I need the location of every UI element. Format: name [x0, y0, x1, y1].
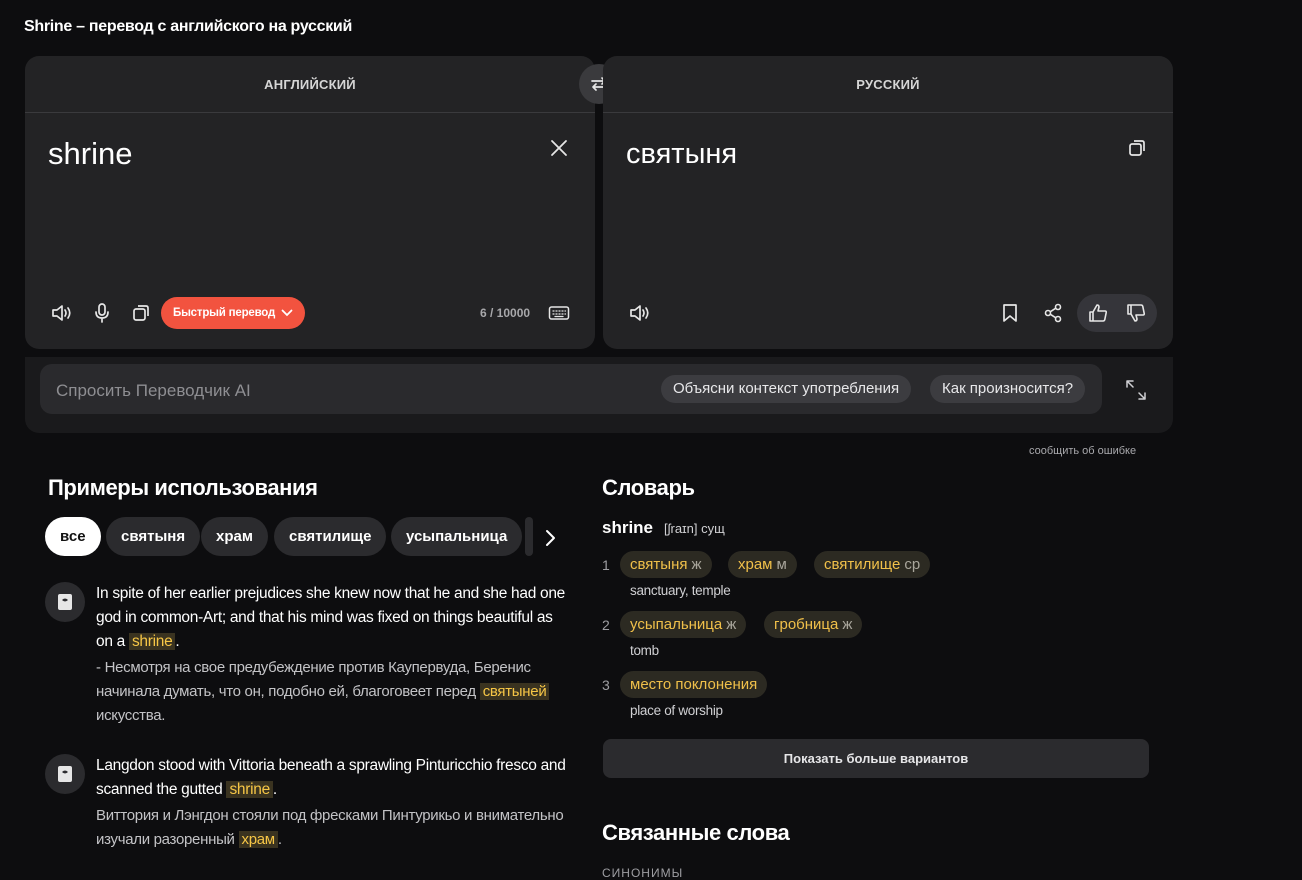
- translation-tag[interactable]: усыпальница ж: [620, 611, 747, 638]
- fast-translation-button[interactable]: Быстрый перевод: [161, 297, 306, 329]
- page-title: Shrine – перевод с английского на русски…: [24, 18, 352, 35]
- microphone-icon[interactable]: [87, 298, 117, 328]
- filter-svyatynya[interactable]: святыня: [106, 517, 201, 556]
- sense-number: 3: [602, 677, 610, 693]
- report-error-link[interactable]: сообщить об ошибке: [1029, 445, 1136, 457]
- example-english: Langdon stood with Vittoria beneath a sp…: [96, 754, 571, 802]
- example-en-highlight: shrine: [128, 633, 176, 650]
- target-panel: РУССКИЙ святыня: [603, 56, 1173, 349]
- filter-usypalnitsa[interactable]: усыпальница: [391, 517, 523, 556]
- translation-tag[interactable]: гробница ж: [764, 611, 863, 638]
- example-en-highlight: shrine: [226, 781, 273, 798]
- bookmark-icon[interactable]: [995, 298, 1025, 328]
- thumbs-up-icon[interactable]: [1083, 298, 1113, 328]
- tag-word: место поклонения: [630, 676, 758, 693]
- translation-tag[interactable]: святыня ж: [620, 551, 712, 578]
- example-item: In spite of her earlier prejudices she k…: [45, 582, 575, 732]
- source-text-input[interactable]: shrine: [48, 136, 132, 172]
- speaker-icon[interactable]: [47, 298, 77, 328]
- source-language-selector[interactable]: АНГЛИЙСКИЙ: [25, 56, 595, 113]
- sense-number: 2: [602, 617, 610, 633]
- example-english: In spite of her earlier prejudices she k…: [96, 582, 571, 654]
- example-ru-text: Виттория и Лэнгдон стояли под фресками П…: [96, 807, 564, 848]
- dictionary-headword: shrine: [602, 518, 654, 537]
- translation-output: святыня: [626, 138, 738, 170]
- dictionary-transcription: [ʃraɪn] сущ: [664, 521, 725, 536]
- expand-icon[interactable]: [1123, 377, 1149, 403]
- example-en-tail: .: [175, 633, 180, 650]
- ai-question-input[interactable]: Спросить Переводчик AI Объясни контекст …: [40, 364, 1102, 414]
- fast-translation-label: Быстрый перевод: [173, 307, 276, 319]
- example-en-tail: .: [272, 781, 277, 798]
- keyboard-icon[interactable]: [544, 298, 574, 328]
- chevron-right-icon[interactable]: [536, 524, 564, 552]
- tag-gender: м: [776, 556, 787, 573]
- sense-english: sanctuary, temple: [630, 583, 731, 598]
- ai-assistant-panel: Спросить Переводчик AI Объясни контекст …: [25, 357, 1173, 433]
- filter-svyatilishche[interactable]: святилище: [274, 517, 387, 556]
- tag-gender: ж: [726, 616, 737, 633]
- example-ru-text: - Несмотря на свое предубеждение против …: [96, 659, 531, 700]
- example-ru-tail: .: [277, 831, 282, 848]
- ai-chip-context[interactable]: Объясни контекст употребления: [661, 375, 912, 403]
- thumbs-down-icon[interactable]: [1121, 298, 1151, 328]
- related-words-title: Связанные слова: [602, 820, 790, 845]
- example-ru-tail: искусства.: [96, 707, 166, 724]
- tag-word: гробница: [774, 616, 839, 633]
- show-more-button[interactable]: Показать больше вариантов: [603, 739, 1149, 778]
- translation-tag[interactable]: храм м: [728, 551, 797, 578]
- translation-tag[interactable]: святилище ср: [814, 551, 931, 578]
- tag-gender: ж: [691, 556, 702, 573]
- speaker-icon[interactable]: [625, 298, 655, 328]
- example-item: Langdon stood with Vittoria beneath a sp…: [45, 754, 575, 854]
- copy-icon[interactable]: [126, 298, 156, 328]
- example-russian: - Несмотря на свое предубеждение против …: [96, 656, 576, 728]
- book-icon: [45, 582, 85, 622]
- target-language-selector[interactable]: РУССКИЙ: [603, 56, 1173, 113]
- share-icon[interactable]: [1038, 298, 1068, 328]
- clear-icon[interactable]: [544, 133, 574, 163]
- tag-word: храм: [738, 556, 773, 573]
- tag-word: усыпальница: [630, 616, 723, 633]
- tag-word: святилище: [824, 556, 901, 573]
- ai-placeholder: Спросить Переводчик AI: [56, 381, 251, 400]
- example-en-text: Langdon stood with Vittoria beneath a sp…: [96, 757, 566, 798]
- example-ru-highlight: храм: [238, 831, 278, 848]
- filter-khram[interactable]: храм: [201, 517, 268, 556]
- filter-overflow: [525, 517, 533, 556]
- book-icon: [45, 754, 85, 794]
- example-ru-highlight: святыней: [479, 683, 550, 700]
- example-russian: Виттория и Лэнгдон стояли под фресками П…: [96, 804, 576, 852]
- copy-icon[interactable]: [1122, 133, 1152, 163]
- tag-gender: ср: [904, 556, 921, 573]
- chevron-down-icon: [281, 309, 293, 317]
- synonyms-label: СИНОНИМЫ: [602, 866, 684, 880]
- sense-number: 1: [602, 557, 610, 573]
- ai-chip-pronunciation[interactable]: Как произносится?: [930, 375, 1086, 403]
- tag-word: святыня: [630, 556, 688, 573]
- source-panel: АНГЛИЙСКИЙ shrine Быстрый перевод 6 / 10…: [25, 56, 595, 349]
- character-counter: 6 / 10000: [480, 306, 531, 320]
- dictionary-title: Словарь: [602, 475, 695, 500]
- sense-english: tomb: [630, 643, 659, 658]
- examples-title: Примеры использования: [48, 475, 318, 500]
- translation-tag[interactable]: место поклонения: [620, 671, 768, 698]
- tag-gender: ж: [842, 616, 853, 633]
- sense-english: place of worship: [630, 703, 723, 718]
- filter-all[interactable]: все: [45, 517, 101, 556]
